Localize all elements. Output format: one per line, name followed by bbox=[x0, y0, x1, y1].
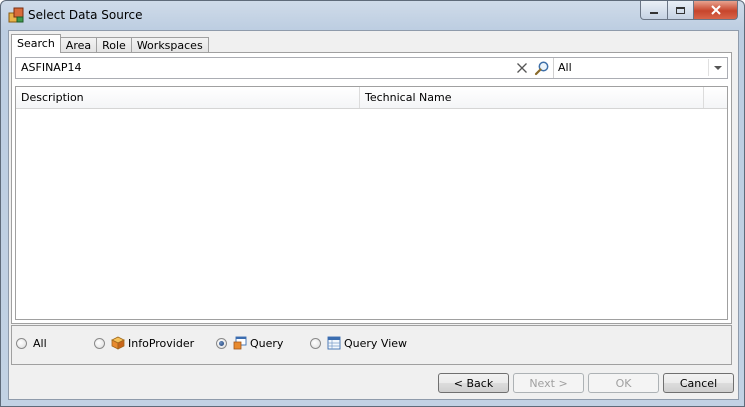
search-tab-panel: All Description Technical Name bbox=[11, 52, 732, 324]
radio-button[interactable] bbox=[16, 337, 27, 349]
radio-button-selected[interactable] bbox=[216, 337, 227, 349]
ok-button[interactable]: OK bbox=[588, 373, 659, 393]
filter-separator bbox=[553, 58, 554, 78]
maximize-icon bbox=[676, 6, 685, 14]
results-grid[interactable]: Description Technical Name bbox=[15, 86, 728, 320]
column-header-description[interactable]: Description bbox=[16, 87, 360, 108]
radio-query-view[interactable]: Query View bbox=[310, 335, 407, 351]
radio-infoprovider[interactable]: InfoProvider bbox=[94, 335, 194, 351]
next-button[interactable]: Next > bbox=[513, 373, 584, 393]
filter-dropdown-button[interactable] bbox=[708, 59, 726, 76]
close-icon bbox=[710, 5, 721, 15]
window-title: Select Data Source bbox=[28, 8, 143, 22]
grid-header: Description Technical Name bbox=[16, 87, 727, 109]
clear-icon[interactable] bbox=[514, 60, 530, 76]
query-icon bbox=[233, 336, 247, 350]
caption-buttons bbox=[640, 1, 738, 20]
column-header-technical-name[interactable]: Technical Name bbox=[360, 87, 704, 108]
cancel-button[interactable]: Cancel bbox=[663, 373, 734, 393]
search-box: All bbox=[15, 57, 728, 79]
chevron-down-icon bbox=[714, 66, 722, 70]
radio-query-view-label: Query View bbox=[344, 336, 408, 350]
tab-strip: Search Area Role Workspaces bbox=[11, 34, 209, 53]
radio-query[interactable]: Query bbox=[216, 335, 283, 351]
column-header-filler bbox=[704, 87, 727, 108]
minimize-icon bbox=[650, 12, 658, 14]
tab-role[interactable]: Role bbox=[96, 37, 132, 53]
radio-infoprovider-label: InfoProvider bbox=[128, 336, 195, 350]
object-type-panel: All InfoProvider Query Query View bbox=[11, 325, 732, 365]
close-button[interactable] bbox=[694, 1, 738, 20]
radio-button[interactable] bbox=[94, 337, 105, 349]
dialog-client-area: Search Area Role Workspaces All bbox=[8, 30, 739, 400]
search-input[interactable] bbox=[18, 59, 514, 76]
filter-dropdown-value[interactable]: All bbox=[558, 61, 572, 74]
maximize-button[interactable] bbox=[668, 1, 694, 20]
title-bar[interactable]: Select Data Source bbox=[1, 1, 744, 29]
tab-search[interactable]: Search bbox=[11, 34, 61, 53]
grid-body bbox=[16, 109, 727, 319]
search-icon[interactable] bbox=[534, 60, 550, 76]
radio-button[interactable] bbox=[310, 337, 321, 349]
tab-area[interactable]: Area bbox=[59, 37, 98, 53]
radio-all-label: All bbox=[33, 336, 47, 350]
query-view-icon bbox=[327, 336, 341, 350]
radio-all[interactable]: All bbox=[16, 335, 47, 351]
tab-workspaces[interactable]: Workspaces bbox=[130, 37, 209, 53]
dialog-window: Select Data Source Search Area Role Work… bbox=[0, 0, 745, 407]
back-button[interactable]: < Back bbox=[438, 373, 509, 393]
cube-icon bbox=[111, 336, 125, 350]
data-source-app-icon bbox=[8, 7, 24, 23]
radio-query-label: Query bbox=[250, 336, 284, 350]
dialog-buttons: < Back Next > OK Cancel bbox=[9, 373, 738, 393]
minimize-button[interactable] bbox=[640, 1, 668, 20]
